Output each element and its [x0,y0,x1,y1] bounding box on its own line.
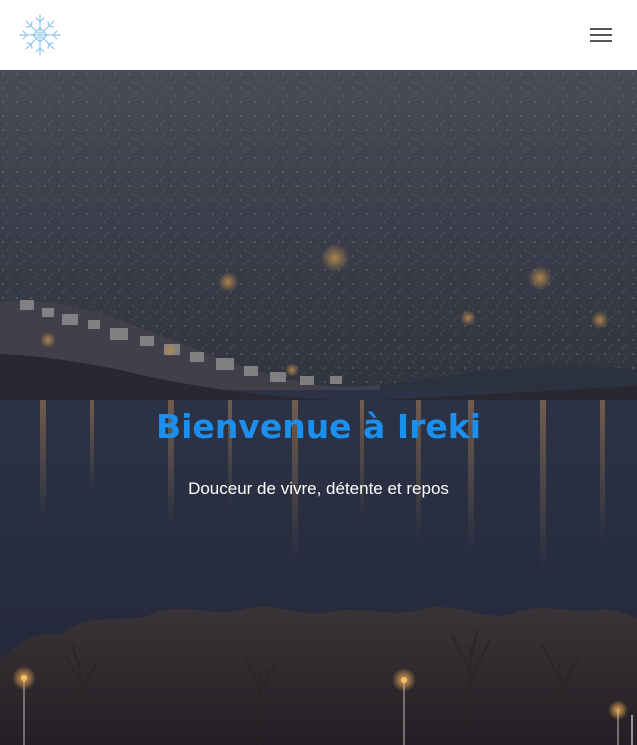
site-header [0,0,637,70]
snowflake-icon [19,14,61,56]
site-logo[interactable] [18,13,62,57]
menu-line [590,28,612,30]
hero-subtitle: Douceur de vivre, détente et repos [188,479,449,498]
menu-line [590,40,612,42]
hero-title: Bienvenue à Ireki [155,407,482,446]
hamburger-menu-icon[interactable] [590,27,612,43]
menu-line [590,34,612,36]
hero-section: Bienvenue à Ireki Douceur de vivre, déte… [0,70,637,745]
